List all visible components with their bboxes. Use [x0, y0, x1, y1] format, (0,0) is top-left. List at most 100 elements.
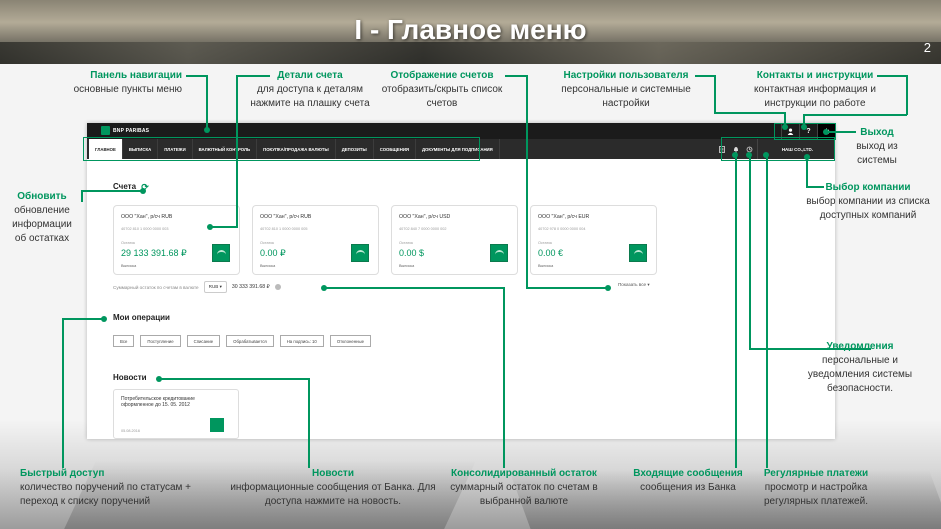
connector-line — [212, 226, 238, 228]
callout-desc: персональные и уведомления системы безоп… — [807, 355, 913, 394]
connector-dot — [804, 154, 810, 160]
connector-line — [803, 114, 907, 116]
connector-dot — [732, 152, 738, 158]
callout-accounts-display: Отображение счетов отобразить/скрыть спи… — [380, 69, 504, 111]
statement-link[interactable]: Выписка — [121, 264, 136, 268]
account-name: ООО "Хан", р/сч RUB — [121, 214, 173, 220]
statement-link[interactable]: Выписка — [260, 264, 275, 268]
connector-line — [324, 287, 504, 289]
callout-title: Выход — [860, 127, 894, 138]
nav-highlight-frame — [83, 137, 480, 161]
callout-title: Уведомления — [826, 341, 894, 352]
callout-desc: контактная информация и инструкции по ра… — [754, 84, 876, 109]
summary-line: Суммарный остаток по счетам в валюте RUB… — [113, 281, 281, 293]
connector-line — [735, 155, 737, 468]
statement-link[interactable]: Выписка — [538, 264, 553, 268]
callout-title: Детали счета — [277, 70, 343, 81]
connector-dot — [140, 188, 146, 194]
callout-title: Обновить — [17, 191, 67, 202]
op-filter-all[interactable]: Все — [113, 335, 135, 347]
account-number: 40702 810 1 0000 0000 005 — [260, 227, 308, 231]
news-title: Новости — [113, 373, 147, 382]
connector-dot — [823, 129, 829, 135]
logo-text: BNP PARIBAS — [113, 127, 150, 134]
connector-line — [505, 75, 527, 77]
bnp-logo-icon — [101, 126, 110, 135]
op-filter-rejected[interactable]: Отклоненные — [329, 335, 371, 347]
account-balance: 0.00 ₽ — [260, 248, 286, 258]
op-filter-debit[interactable]: Списание — [186, 335, 221, 347]
callout-title: Входящие сообщения — [633, 468, 743, 479]
currency-value: RUB — [208, 284, 219, 289]
op-filter-processing[interactable]: Обрабатывается — [226, 335, 274, 347]
connector-line — [526, 287, 608, 289]
connector-line — [186, 75, 206, 77]
callout-title: Настройки пользователя — [563, 70, 689, 81]
callout-title: Панель навигации — [90, 70, 182, 81]
connector-dot — [746, 152, 752, 158]
connector-line — [695, 75, 715, 77]
connector-line — [62, 318, 64, 468]
tools-highlight-frame — [721, 137, 835, 161]
app-window: BNP PARIBAS ? ГЛАВНОЕ ВЫПИСКА ПЛАТЕЖИ ВА… — [83, 123, 836, 439]
account-card[interactable]: ООО "Хан", р/сч RUB 40702 810 1 0000 000… — [113, 205, 240, 275]
operations-filters: Все Поступление Списание Обрабатывается … — [113, 335, 371, 347]
connector-line — [158, 378, 308, 380]
bank-logo: BNP PARIBAS — [101, 126, 149, 135]
connector-dot — [763, 152, 769, 158]
connector-line — [81, 190, 83, 202]
currency-select[interactable]: RUB ▾ — [203, 281, 227, 293]
callout-desc: информационные сообщения от Банка. Для д… — [230, 482, 436, 507]
callout-exit: Выход выход из системы — [846, 126, 908, 168]
connector-dot — [207, 224, 213, 230]
account-name: ООО "Хан", р/сч EUR — [538, 214, 590, 220]
balance-label: Остаток — [260, 241, 275, 245]
bank-logo-icon — [629, 244, 647, 262]
connector-dot — [156, 376, 162, 382]
account-number: 40702 810 1 0000 0000 003 — [121, 227, 169, 231]
account-card[interactable]: ООО "Хан", р/сч EUR 40702 978 0 0000 000… — [530, 205, 657, 275]
connector-line — [503, 287, 505, 468]
bank-logo-icon — [490, 244, 508, 262]
callout-desc: выбор компании из списка доступных компа… — [806, 196, 930, 221]
balance-label: Остаток — [399, 241, 414, 245]
news-card[interactable]: Потребительское кредитование оформленное… — [113, 389, 239, 439]
callout-notifications: Уведомления персональные и уведомления с… — [800, 340, 920, 396]
news-text: Потребительское кредитование оформленное… — [121, 396, 195, 409]
info-icon[interactable] — [274, 284, 281, 290]
connector-line — [714, 112, 785, 114]
callout-desc: количество поручений по статусам + перех… — [20, 482, 192, 507]
callout-desc: суммарный остаток по счетам в выбранной … — [450, 482, 598, 507]
connector-line — [526, 75, 528, 287]
callout-refresh: Обновить обновление информации об остатк… — [6, 190, 78, 246]
show-all-link[interactable]: Показать все ▾ — [618, 282, 650, 288]
balance-label: Остаток — [538, 241, 553, 245]
account-number: 40702 840 7 0000 0000 002 — [399, 227, 447, 231]
callout-desc: для доступа к деталям нажмите на плашку … — [250, 84, 370, 109]
callout-contacts: Контакты и инструкции контактная информа… — [742, 69, 888, 111]
account-balance: 0.00 $ — [399, 248, 425, 258]
connector-line — [766, 155, 768, 468]
slide-number: 2 — [923, 40, 931, 55]
callout-navigation: Панель навигации основные пункты меню — [40, 69, 182, 97]
statement-link[interactable]: Выписка — [399, 264, 414, 268]
summary-value: 30 333 391.68 ₽ — [231, 284, 270, 290]
callout-news: Новости информационные сообщения от Банк… — [228, 467, 438, 509]
account-card[interactable]: ООО "Хан", р/сч RUB 40702 810 1 0000 000… — [252, 205, 379, 275]
callout-recurring-payments: Регулярные платежи просмотр и настройка … — [756, 467, 876, 509]
callout-title: Быстрый доступ — [20, 468, 105, 479]
connector-dot — [321, 285, 327, 291]
op-filter-to-sign[interactable]: На подпись: 10 — [279, 335, 324, 347]
slide-title: I - Главное меню — [354, 14, 587, 45]
callout-title: Консолидированный остаток — [451, 468, 597, 479]
callout-title: Контакты и инструкции — [756, 70, 874, 81]
connector-line — [206, 75, 208, 129]
account-card[interactable]: ООО "Хан", р/сч USD 40702 840 7 0000 000… — [391, 205, 518, 275]
callout-desc: выход из системы — [856, 141, 898, 166]
op-filter-incoming[interactable]: Поступление — [140, 335, 181, 347]
callout-desc: отобразить/скрыть список счетов — [381, 84, 503, 109]
balance-label: Остаток — [121, 241, 136, 245]
callout-title: Отображение счетов — [390, 70, 494, 81]
callout-desc: персональные и системные настройки — [561, 84, 691, 109]
account-balance: 0.00 € — [538, 248, 564, 258]
